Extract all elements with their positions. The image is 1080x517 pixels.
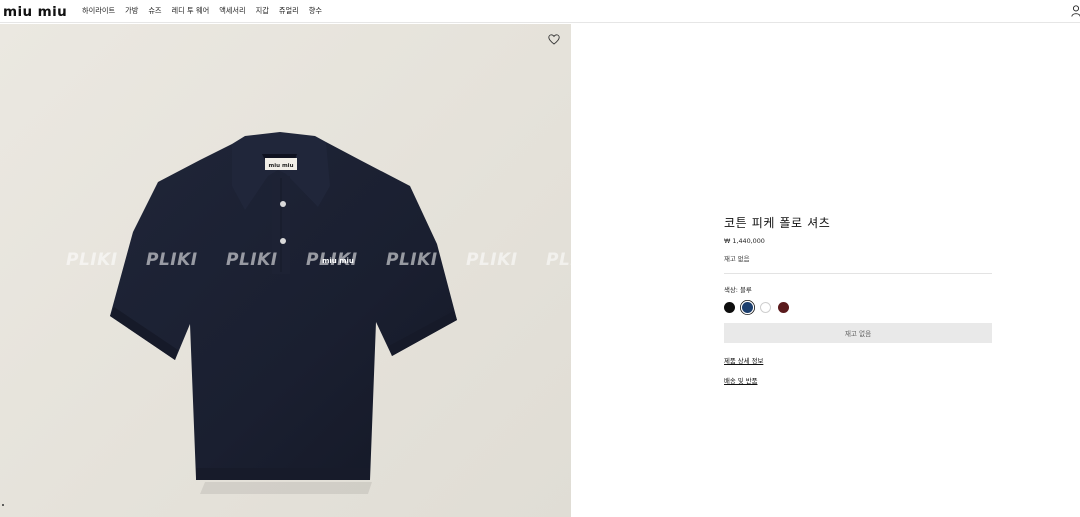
heart-icon[interactable] <box>548 34 560 45</box>
stock-status: 재고 없음 <box>724 254 992 274</box>
product-info: 코튼 피케 폴로 셔츠 ₩ 1,440,000 재고 없음 색상: 블루 재고 … <box>724 214 992 385</box>
watermark-text: PLIKI <box>386 250 438 270</box>
color-label: 색상: <box>724 286 738 294</box>
carousel-dot[interactable] <box>2 504 4 506</box>
product-price: ₩ 1,440,000 <box>724 237 765 245</box>
user-icon[interactable] <box>1071 5 1080 17</box>
nav-item-highlights[interactable]: 하이라이트 <box>82 6 115 16</box>
nav-item-shoes[interactable]: 슈즈 <box>148 6 161 16</box>
swatch-white[interactable] <box>760 302 771 313</box>
color-swatches <box>724 302 992 313</box>
watermark-text: PLIKI <box>546 250 571 270</box>
nav-item-ready-to-wear[interactable]: 레디 투 웨어 <box>172 6 210 16</box>
site-header: miu miu 하이라이트 가방 슈즈 레디 투 웨어 액세서리 지갑 쥬얼리 … <box>0 0 1080 23</box>
watermark-text: PLIKI <box>306 250 358 270</box>
collar-tag-text: miu miu <box>269 163 294 169</box>
color-value: 블루 <box>739 286 752 294</box>
watermark-text: PLIKI <box>226 250 278 270</box>
nav-item-jewelry[interactable]: 쥬얼리 <box>279 6 299 16</box>
swatch-burgundy[interactable] <box>778 302 789 313</box>
nav-item-accessories[interactable]: 액세서리 <box>219 6 245 16</box>
watermark-text: PLIKI <box>466 250 518 270</box>
nav-item-fragrance[interactable]: 향수 <box>309 6 322 16</box>
brand-logo[interactable]: miu miu <box>3 4 67 20</box>
watermark-text: PLIKI <box>66 250 118 270</box>
color-selector-label: 색상: 블루 <box>724 285 992 294</box>
watermark-text: PLIKI <box>146 250 198 270</box>
product-image[interactable]: miu miu miu miu PLIKI PLIKI PLIKI PLIKI … <box>0 24 571 517</box>
product-title: 코튼 피케 폴로 셔츠 <box>724 216 831 230</box>
swatch-blue[interactable] <box>742 302 753 313</box>
shipping-returns-link[interactable]: 배송 및 반품 <box>724 376 992 385</box>
polo-shirt-image: miu miu miu miu <box>110 132 457 494</box>
nav-item-wallets[interactable]: 지갑 <box>256 6 269 16</box>
nav-item-bags[interactable]: 가방 <box>125 6 138 16</box>
add-to-bag-button[interactable]: 재고 없음 <box>724 323 992 343</box>
product-details-link[interactable]: 제품 상세 정보 <box>724 356 992 365</box>
swatch-black[interactable] <box>724 302 735 313</box>
main-nav: 하이라이트 가방 슈즈 레디 투 웨어 액세서리 지갑 쥬얼리 향수 <box>82 6 322 16</box>
